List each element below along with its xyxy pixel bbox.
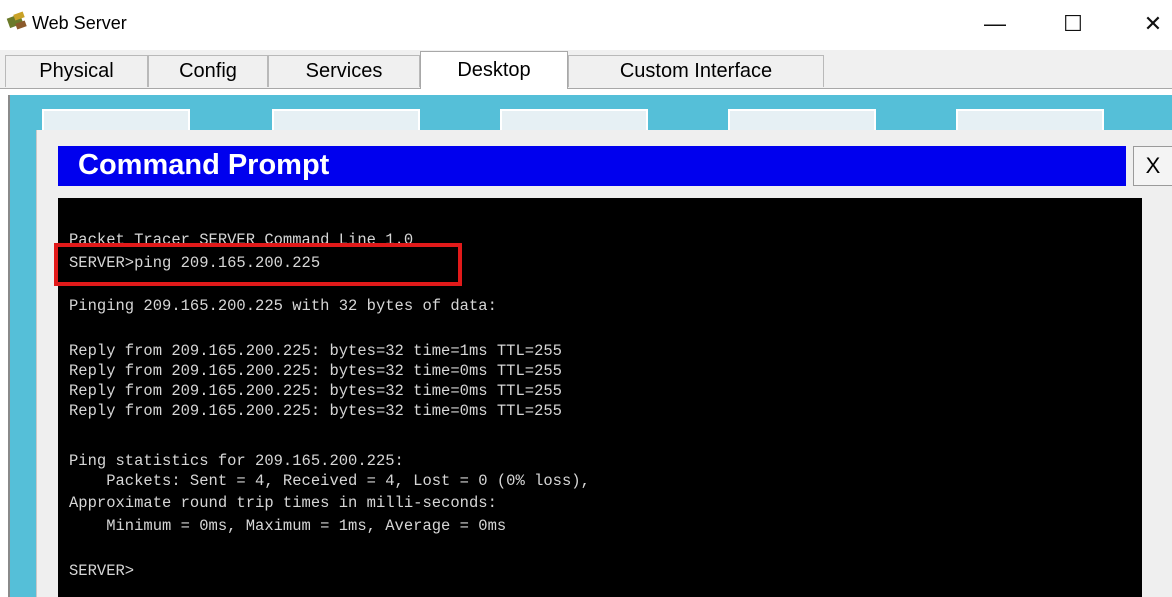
server-app-icon	[6, 11, 27, 30]
tab-physical[interactable]: Physical	[5, 55, 148, 87]
tab-custom-interface[interactable]: Custom Interface	[568, 55, 824, 87]
tab-config[interactable]: Config	[148, 55, 268, 87]
terminal-line: Reply from 209.165.200.225: bytes=32 tim…	[69, 382, 562, 400]
window-title: Web Server	[32, 13, 127, 33]
terminal-line: Ping statistics for 209.165.200.225:	[69, 452, 404, 470]
terminal-line: Reply from 209.165.200.225: bytes=32 tim…	[69, 402, 562, 420]
minimize-button[interactable]: —	[972, 4, 1018, 44]
terminal-line: Reply from 209.165.200.225: bytes=32 tim…	[69, 342, 562, 360]
window-titlebar: Web Server — ☐ ✕	[0, 0, 1172, 50]
maximize-button[interactable]: ☐	[1050, 4, 1096, 44]
terminal-line: Packets: Sent = 4, Received = 4, Lost = …	[69, 472, 590, 490]
tab-services[interactable]: Services	[268, 55, 420, 87]
command-prompt-title: Command Prompt	[78, 149, 330, 181]
terminal-prompt-line: SERVER>	[69, 562, 135, 580]
highlight-box	[54, 243, 462, 286]
command-prompt-window: Command Prompt X Packet Tracer SERVER Co…	[36, 130, 1172, 597]
command-prompt-header: Command Prompt	[58, 146, 1126, 186]
terminal-line: Approximate round trip times in milli-se…	[69, 494, 497, 512]
close-button[interactable]: ✕	[1130, 4, 1172, 44]
terminal-line: Pinging 209.165.200.225 with 32 bytes of…	[69, 297, 497, 315]
tab-desktop[interactable]: Desktop	[420, 51, 568, 89]
command-prompt-close-button[interactable]: X	[1133, 146, 1172, 186]
terminal-line: Reply from 209.165.200.225: bytes=32 tim…	[69, 362, 562, 380]
terminal-line: Minimum = 0ms, Maximum = 1ms, Average = …	[69, 517, 507, 535]
